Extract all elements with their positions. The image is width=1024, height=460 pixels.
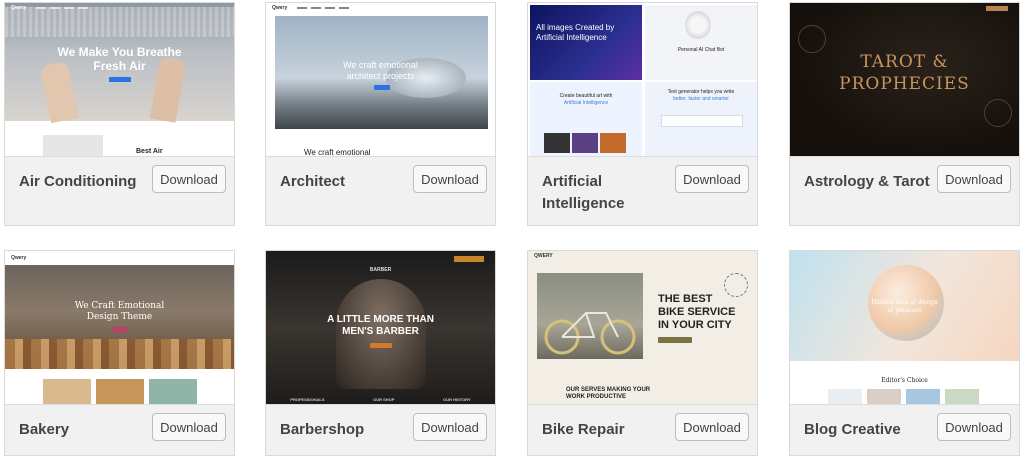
preview-chat-title: Personal AI Chat Bot xyxy=(677,47,725,53)
preview-heading: TAROT & PROPHECIES xyxy=(839,52,970,94)
preview-logo: Qwery xyxy=(11,255,27,261)
download-button-blog-creative[interactable]: Download xyxy=(937,413,1011,441)
theme-title: Blog Creative xyxy=(804,421,901,438)
preview-subheading: Best Air xyxy=(136,148,163,155)
theme-card-bike-repair: QWERY THE BEST BIKE SERVICE IN YOUR CITY… xyxy=(527,250,758,456)
theme-title: Astrology & Tarot xyxy=(804,173,930,190)
theme-preview-barbershop[interactable]: BARBER A LITTLE MORE THAN MEN'S BARBER P… xyxy=(266,251,495,405)
theme-card-barbershop: BARBER A LITTLE MORE THAN MEN'S BARBER P… xyxy=(265,250,496,456)
preview-subheading: We craft emotional xyxy=(304,148,371,157)
theme-preview-air-conditioning[interactable]: Qwery We Make You Breathe Fresh Air Best… xyxy=(5,3,234,157)
theme-title: Artificial Intelligence xyxy=(542,173,625,212)
preview-text-heading: Text generator helps you write better, f… xyxy=(667,89,735,102)
download-button-artificial-intelligence[interactable]: Download xyxy=(675,165,749,193)
download-button-bakery[interactable]: Download xyxy=(152,413,226,441)
preview-heading: THE BEST BIKE SERVICE IN YOUR CITY xyxy=(658,293,736,331)
theme-card-architect: Qwery We craft emotional architect proje… xyxy=(265,2,496,226)
preview-logo: BARBER xyxy=(369,267,392,273)
bicycle-icon xyxy=(544,312,636,355)
theme-preview-bakery[interactable]: Qwery We Craft Emotional Design Theme xyxy=(5,251,234,405)
preview-heading: All images Created by Artificial Intelli… xyxy=(536,23,615,42)
preview-heading: We Craft Emotional Design Theme xyxy=(74,301,165,322)
theme-card-astrology-tarot: TAROT & PROPHECIES Astrology & Tarot Dow… xyxy=(789,2,1020,226)
preview-heading: A LITTLE MORE THAN MEN'S BARBER xyxy=(327,314,434,337)
download-button-air-conditioning[interactable]: Download xyxy=(152,165,226,193)
download-button-astrology-tarot[interactable]: Download xyxy=(937,165,1011,193)
theme-card-air-conditioning: Qwery We Make You Breathe Fresh Air Best… xyxy=(4,2,235,226)
preview-heading: We craft emotional architect projects xyxy=(343,60,418,81)
theme-preview-artificial-intelligence[interactable]: All images Created by Artificial Intelli… xyxy=(528,3,757,157)
theme-title: Air Conditioning xyxy=(19,173,137,190)
preview-col-professionals: PROFESSIONALS xyxy=(290,397,325,402)
preview-col-history: OUR HISTORY xyxy=(443,397,471,402)
theme-preview-bike-repair[interactable]: QWERY THE BEST BIKE SERVICE IN YOUR CITY… xyxy=(528,251,757,405)
theme-preview-blog-creative[interactable]: Hidden idea of design of pleasure Editor… xyxy=(790,251,1019,405)
theme-title: Bike Repair xyxy=(542,421,625,438)
theme-title: Barbershop xyxy=(280,421,365,438)
download-button-barbershop[interactable]: Download xyxy=(413,413,487,441)
preview-heading: Hidden idea of design of pleasure xyxy=(871,299,938,314)
preview-subheading: OUR SERVES MAKING YOUR WORK PRODUCTIVE xyxy=(566,387,651,400)
download-button-bike-repair[interactable]: Download xyxy=(675,413,749,441)
theme-card-bakery: Qwery We Craft Emotional Design Theme Ba… xyxy=(4,250,235,456)
theme-preview-astrology-tarot[interactable]: TAROT & PROPHECIES xyxy=(790,3,1019,157)
preview-logo: Qwery xyxy=(11,4,27,11)
preview-art-heading: Create beautiful art with Artificial Int… xyxy=(559,93,613,106)
theme-card-artificial-intelligence: All images Created by Artificial Intelli… xyxy=(527,2,758,226)
theme-title: Architect xyxy=(280,173,346,190)
preview-logo: Qwery xyxy=(272,4,288,11)
preview-section-title: Editor's Choice xyxy=(881,377,928,384)
theme-title: Bakery xyxy=(19,421,70,438)
download-button-architect[interactable]: Download xyxy=(413,165,487,193)
theme-preview-architect[interactable]: Qwery We craft emotional architect proje… xyxy=(266,3,495,157)
preview-logo: QWERY xyxy=(534,252,553,259)
preview-col-shop: OUR SHOP xyxy=(373,397,395,402)
preview-heading: We Make You Breathe Fresh Air xyxy=(57,45,182,73)
theme-card-blog-creative: Hidden idea of design of pleasure Editor… xyxy=(789,250,1020,456)
